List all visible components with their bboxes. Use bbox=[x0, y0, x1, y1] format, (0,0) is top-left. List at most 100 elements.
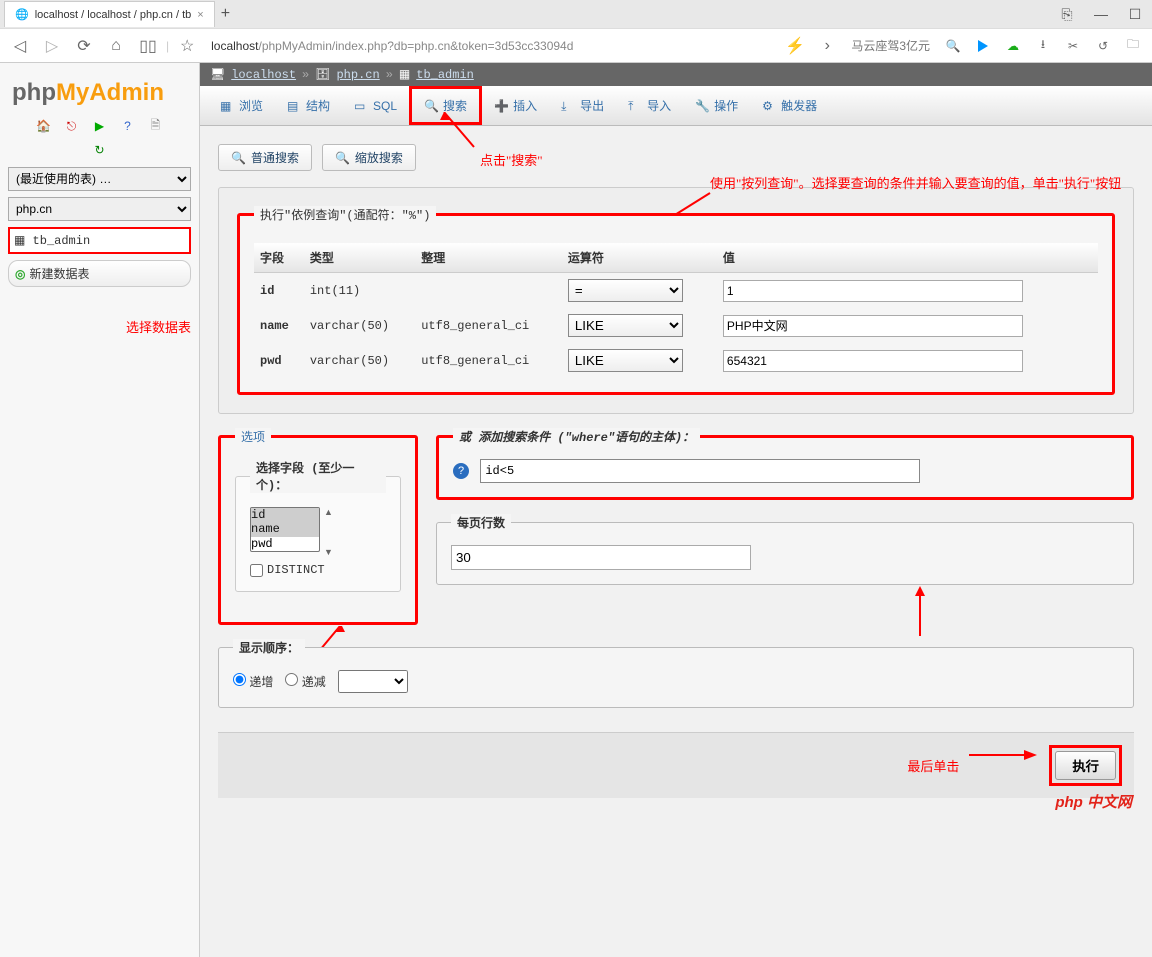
tab-triggers[interactable]: ⚙触发器 bbox=[750, 86, 829, 125]
help-icon[interactable]: ? bbox=[453, 463, 469, 479]
value-input[interactable] bbox=[723, 315, 1023, 337]
order-legend: 显示顺序： bbox=[233, 639, 305, 656]
globe-icon: 🌐 bbox=[15, 8, 29, 21]
sidebar: phpMyAdmin 🏠 ⎋ ▶ ? 🗎 ↻ (最近使用的表) … php.cn… bbox=[0, 63, 200, 957]
tab-import[interactable]: ⤒导入 bbox=[616, 86, 683, 125]
rows-input[interactable] bbox=[451, 545, 751, 570]
close-icon[interactable]: × bbox=[197, 9, 203, 21]
where-input[interactable] bbox=[480, 459, 920, 483]
qbe-fieldset: 执行"依例查询"(通配符："%") 字段 类型 整理 运算符 值 idint(1… bbox=[237, 206, 1115, 395]
zoom-icon: 🔍 bbox=[335, 151, 350, 165]
th-operator: 运算符 bbox=[562, 243, 717, 273]
tab-export[interactable]: ⤓导出 bbox=[549, 86, 616, 125]
toolbar: ▦浏览 ▤结构 ▭SQL 🔍搜索 ➕插入 ⤓导出 ⤒导入 🔧操作 ⚙触发器 bbox=[200, 86, 1152, 126]
sidebar-table-item[interactable]: ▦ tb_admin bbox=[8, 227, 191, 254]
extra-text[interactable]: 马云座驾3亿元 bbox=[851, 37, 930, 54]
maximize-button[interactable]: ☐ bbox=[1118, 2, 1152, 26]
minimize-button[interactable]: — bbox=[1084, 2, 1118, 26]
back-button[interactable]: ◁ bbox=[6, 32, 34, 60]
scissors-icon[interactable]: ✂ bbox=[1060, 33, 1086, 59]
value-input[interactable] bbox=[723, 350, 1023, 372]
help-icon[interactable]: ? bbox=[119, 117, 137, 135]
table-row: pwdvarchar(50)utf8_general_ci LIKE bbox=[254, 343, 1098, 378]
breadcrumb-db[interactable]: php.cn bbox=[336, 68, 379, 82]
tab-title: localhost / localhost / php.cn / tb bbox=[35, 9, 192, 21]
folder-icon[interactable]: 🗀 bbox=[1120, 33, 1146, 59]
select-fields-legend: 选择字段 (至少一个)： bbox=[250, 459, 386, 493]
th-field: 字段 bbox=[254, 243, 304, 273]
qbe-table: 字段 类型 整理 运算符 值 idint(11) = namevarchar(5… bbox=[254, 243, 1098, 378]
annotation-select-table: 选择数据表 bbox=[8, 317, 191, 336]
options-fieldset: 选项 选择字段 (至少一个)： idnamepwd ▲ ▼ DISTINCT bbox=[218, 428, 418, 625]
breadcrumb-server[interactable]: localhost bbox=[231, 68, 296, 82]
wrench-icon: 🔧 bbox=[695, 99, 709, 113]
breadcrumb: 🖥localhost » 🗄php.cn » ▦tb_admin bbox=[200, 63, 1152, 86]
home-icon[interactable]: 🏠 bbox=[35, 117, 53, 135]
play-icon[interactable] bbox=[970, 33, 996, 59]
sql-icon[interactable]: ▶ bbox=[91, 117, 109, 135]
sql-tab-icon: ▭ bbox=[354, 99, 368, 113]
where-legend: 或 添加搜索条件 ("where"语句的主体)： bbox=[453, 428, 700, 445]
browser-tab[interactable]: 🌐 localhost / localhost / php.cn / tb × bbox=[4, 1, 215, 27]
forward-button[interactable]: ▷ bbox=[38, 32, 66, 60]
star-icon[interactable]: ☆ bbox=[173, 32, 201, 60]
operator-select[interactable]: LIKE bbox=[568, 349, 683, 372]
download-icon[interactable]: ⭳ bbox=[1030, 33, 1056, 59]
database-select[interactable]: php.cn bbox=[8, 197, 191, 221]
search-icon[interactable]: 🔍 bbox=[940, 33, 966, 59]
url-bar[interactable]: localhost/phpMyAdmin/index.php?db=php.cn… bbox=[205, 39, 777, 53]
structure-icon: ▤ bbox=[287, 99, 301, 113]
db-icon: 🗄 bbox=[315, 67, 330, 82]
options-legend: 选项 bbox=[235, 428, 271, 445]
content: 点击"搜索" 🔍普通搜索 🔍缩放搜索 使用"按列查询"。选择要查询的条件并输入要… bbox=[200, 126, 1152, 816]
order-field-select[interactable] bbox=[338, 670, 408, 693]
distinct-checkbox[interactable]: DISTINCT bbox=[250, 563, 386, 577]
chevron-right-icon[interactable]: › bbox=[813, 32, 841, 60]
new-tab-button[interactable]: + bbox=[221, 5, 230, 23]
window-controls: ⎘ — ☐ bbox=[1050, 2, 1152, 26]
reader-button[interactable]: ▯▯ bbox=[134, 32, 162, 60]
asc-radio[interactable]: 递增 bbox=[233, 673, 273, 690]
browser-chrome: 🌐 localhost / localhost / php.cn / tb × … bbox=[0, 0, 1152, 63]
table-row: namevarchar(50)utf8_general_ci LIKE bbox=[254, 308, 1098, 343]
recent-tables-select[interactable]: (最近使用的表) … bbox=[8, 167, 191, 191]
annotation-click-search: 点击"搜索" bbox=[480, 150, 543, 169]
desc-radio[interactable]: 递减 bbox=[285, 673, 325, 690]
table-icon: ▦ bbox=[14, 234, 25, 248]
breadcrumb-table[interactable]: tb_admin bbox=[416, 68, 474, 82]
docs-icon[interactable]: 🗎 bbox=[147, 117, 165, 135]
value-input[interactable] bbox=[723, 280, 1023, 302]
operator-select[interactable]: LIKE bbox=[568, 314, 683, 337]
arrow bbox=[969, 745, 1039, 786]
scroll-up-icon[interactable]: ▲ bbox=[324, 507, 333, 517]
new-table-button[interactable]: ◎ 新建数据表 bbox=[8, 260, 191, 287]
plus-icon: ◎ bbox=[15, 267, 25, 281]
scroll-down-icon[interactable]: ▼ bbox=[324, 547, 333, 557]
qbe-legend: 执行"依例查询"(通配符："%") bbox=[254, 206, 436, 223]
search-icon: 🔍 bbox=[231, 151, 246, 165]
rows-fieldset: 每页行数 bbox=[436, 514, 1134, 585]
execute-button[interactable]: 执行 bbox=[1055, 751, 1116, 780]
operator-select[interactable]: = bbox=[568, 279, 683, 302]
export-icon: ⤓ bbox=[561, 99, 575, 113]
home-button[interactable]: ⌂ bbox=[102, 32, 130, 60]
logout-icon[interactable]: ⎋ bbox=[63, 117, 81, 135]
refresh-icon[interactable]: ↻ bbox=[8, 143, 191, 157]
wechat-icon[interactable]: ☁ bbox=[1000, 33, 1026, 59]
subtab-normal[interactable]: 🔍普通搜索 bbox=[218, 144, 312, 171]
execute-button-highlight: 执行 bbox=[1049, 745, 1122, 786]
tab-operations[interactable]: 🔧操作 bbox=[683, 86, 750, 125]
tab-sql[interactable]: ▭SQL bbox=[342, 86, 409, 125]
tab-browse[interactable]: ▦浏览 bbox=[208, 86, 275, 125]
panel-icon[interactable]: ⎘ bbox=[1050, 2, 1084, 26]
refresh-button[interactable]: ⟳ bbox=[70, 32, 98, 60]
th-type: 类型 bbox=[304, 243, 415, 273]
fields-select[interactable]: idnamepwd bbox=[250, 507, 320, 552]
table-row: idint(11) = bbox=[254, 273, 1098, 309]
search-tab-icon: 🔍 bbox=[424, 99, 438, 113]
undo-icon[interactable]: ↺ bbox=[1090, 33, 1116, 59]
lightning-icon[interactable]: ⚡ bbox=[781, 32, 809, 60]
subtab-zoom[interactable]: 🔍缩放搜索 bbox=[322, 144, 416, 171]
qbe-panel: 执行"依例查询"(通配符："%") 字段 类型 整理 运算符 值 idint(1… bbox=[218, 187, 1134, 414]
tab-structure[interactable]: ▤结构 bbox=[275, 86, 342, 125]
